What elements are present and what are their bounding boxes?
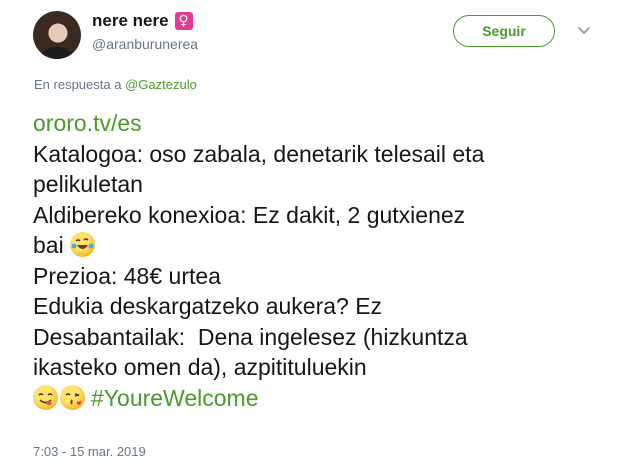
hashtag-link[interactable]: #YoureWelcome [91, 385, 259, 411]
tweet-line: Prezioa: 48€ urtea [33, 262, 221, 289]
tweet-line: Aldibereko konexioa: Ez dakit, 2 gutxien… [33, 201, 466, 228]
venus-symbol-icon: ♀ [174, 12, 193, 30]
tweet-line: bai [33, 232, 64, 258]
tweet-line: Katalogoa: oso zabala, denetarik telesai… [33, 140, 485, 167]
tweet-line-with-emoji: bai [33, 230, 593, 261]
reply-prefix: En respuesta a [34, 77, 122, 92]
tweet-line: Desabantailak: Dena ingelesez (hizkuntza [33, 323, 468, 350]
chevron-down-icon[interactable] [576, 22, 592, 38]
kiss-emoji-icon [60, 384, 85, 410]
user-avatar[interactable] [33, 11, 81, 59]
tweet-link[interactable]: ororo.tv/es [33, 108, 593, 139]
tweet-text: ororo.tv/es Katalogoa: oso zabala, denet… [33, 108, 593, 413]
avatar-shirt [41, 47, 73, 59]
tweet-line: pelikuletan [33, 171, 143, 197]
tweet-line: ikasteko omen da), azpitituluekin [33, 354, 367, 380]
yum-emoji-icon [33, 384, 58, 410]
tweet-line: Edukia deskargatzeko aukera? Ez [33, 293, 383, 319]
rofl-emoji-icon [70, 232, 96, 257]
reply-user-link[interactable]: @Gaztezulo [125, 77, 197, 92]
tweet-final-line: #YoureWelcome [33, 383, 593, 414]
author-handle[interactable]: @aranburunerea [92, 36, 198, 52]
author-name[interactable]: nere nere [92, 11, 169, 31]
follow-button[interactable]: Seguir [453, 15, 555, 47]
reply-context: En respuesta a @Gaztezulo [34, 77, 197, 92]
author-name-row[interactable]: nere nere ♀ [92, 11, 193, 31]
tweet-timestamp[interactable]: 7:03 - 15 mar. 2019 [33, 444, 146, 459]
